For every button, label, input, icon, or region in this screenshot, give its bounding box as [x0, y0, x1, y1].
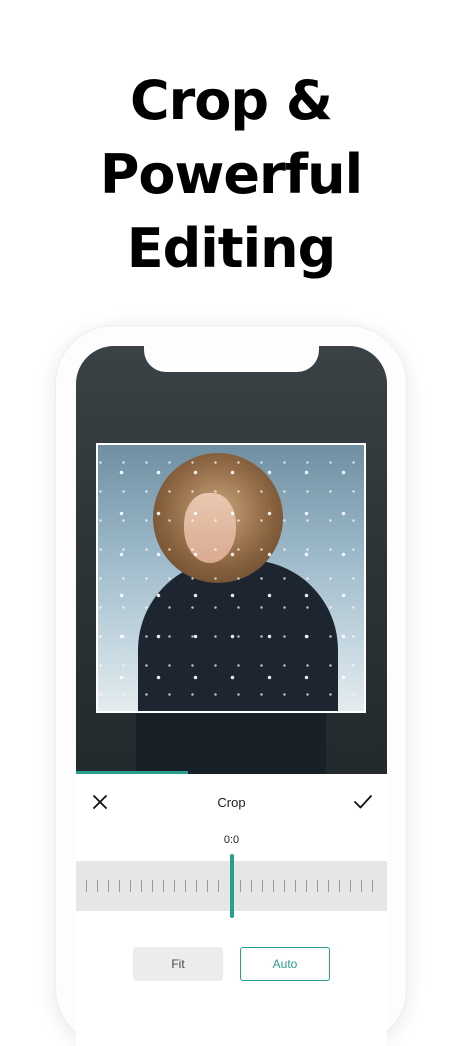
headline: Crop & Powerful Editing — [0, 64, 462, 286]
ruler-tick — [317, 880, 318, 892]
ruler-tick — [141, 880, 142, 892]
ruler-tick — [97, 880, 98, 892]
rotation-ruler[interactable] — [76, 854, 387, 918]
auto-button[interactable]: Auto — [240, 947, 330, 981]
ruler-tick — [163, 880, 164, 892]
ruler-tick — [328, 880, 329, 892]
ruler-tick — [108, 880, 109, 892]
close-button[interactable] — [76, 778, 124, 826]
ruler-tick — [240, 880, 241, 892]
headline-line-2: Powerful — [99, 143, 363, 206]
checkmark-icon — [354, 795, 372, 809]
ruler-tick — [339, 880, 340, 892]
ruler-tick — [295, 880, 296, 892]
ruler-tick — [284, 880, 285, 892]
ruler-tick — [273, 880, 274, 892]
toolbar-title: Crop — [217, 794, 246, 810]
crop-frame[interactable] — [96, 443, 366, 713]
ruler-tick — [174, 880, 175, 892]
close-icon — [93, 795, 107, 809]
ruler-tick — [350, 880, 351, 892]
ruler-tick — [218, 880, 219, 892]
ruler-tick — [86, 880, 87, 892]
ruler-tick — [196, 880, 197, 892]
photo-snow — [98, 445, 364, 711]
headline-line-1: Crop & — [130, 69, 333, 132]
phone-screen: Crop 0:0 Fit Auto — [76, 346, 387, 1046]
confirm-button[interactable] — [339, 778, 387, 826]
ruler-tick — [372, 880, 373, 892]
photo-outside-crop — [136, 713, 326, 774]
ruler-tick — [262, 880, 263, 892]
ruler-tick — [152, 880, 153, 892]
ruler-tick — [251, 880, 252, 892]
crop-toolbar: Crop — [76, 774, 387, 830]
ruler-tick — [185, 880, 186, 892]
ruler-tick — [361, 880, 362, 892]
ruler-tick — [207, 880, 208, 892]
ratio-label: 0:0 — [223, 834, 240, 846]
ruler-tick — [130, 880, 131, 892]
headline-line-3: Editing — [126, 217, 336, 280]
fit-button[interactable]: Fit — [133, 947, 223, 981]
photo-canvas — [76, 346, 387, 774]
ruler-tick — [119, 880, 120, 892]
ruler-tick — [306, 880, 307, 892]
phone-notch — [144, 346, 319, 372]
ruler-handle[interactable] — [230, 854, 234, 918]
